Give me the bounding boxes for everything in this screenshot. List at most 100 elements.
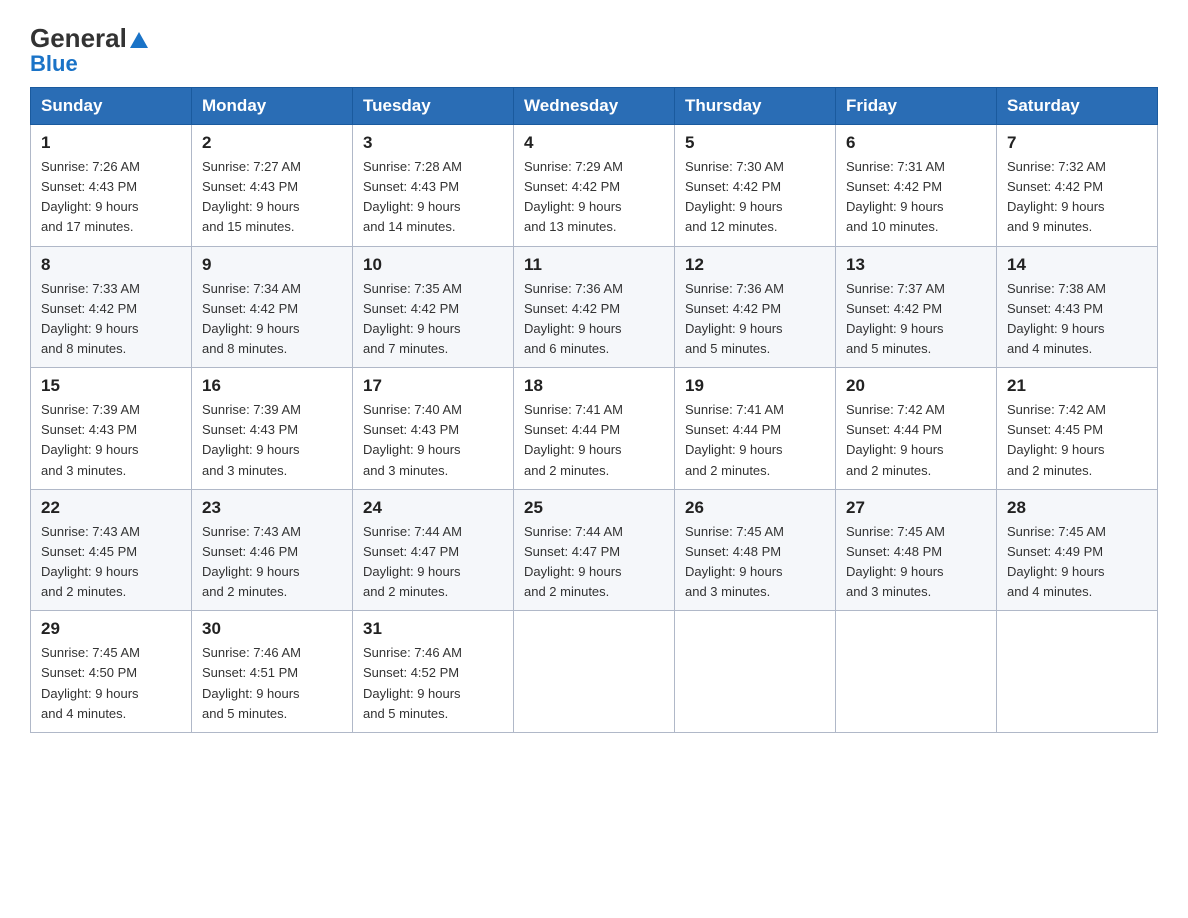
day-cell-28: 28 Sunrise: 7:45 AMSunset: 4:49 PMDayligh… bbox=[997, 489, 1158, 611]
day-number: 10 bbox=[363, 255, 503, 275]
day-cell-15: 15 Sunrise: 7:39 AMSunset: 4:43 PMDayligh… bbox=[31, 368, 192, 490]
day-number: 15 bbox=[41, 376, 181, 396]
day-info: Sunrise: 7:40 AMSunset: 4:43 PMDaylight:… bbox=[363, 400, 503, 481]
day-cell-2: 2 Sunrise: 7:27 AMSunset: 4:43 PMDaylight… bbox=[192, 125, 353, 247]
day-number: 16 bbox=[202, 376, 342, 396]
day-cell-11: 11 Sunrise: 7:36 AMSunset: 4:42 PMDayligh… bbox=[514, 246, 675, 368]
day-number: 3 bbox=[363, 133, 503, 153]
day-info: Sunrise: 7:43 AMSunset: 4:46 PMDaylight:… bbox=[202, 522, 342, 603]
day-cell-19: 19 Sunrise: 7:41 AMSunset: 4:44 PMDayligh… bbox=[675, 368, 836, 490]
day-header-thursday: Thursday bbox=[675, 88, 836, 125]
day-number: 2 bbox=[202, 133, 342, 153]
empty-cell bbox=[836, 611, 997, 733]
day-cell-4: 4Sunrise: 7:29 AMSunset: 4:42 PMDaylight… bbox=[514, 125, 675, 247]
day-info: Sunrise: 7:45 AMSunset: 4:50 PMDaylight:… bbox=[41, 643, 181, 724]
day-number: 30 bbox=[202, 619, 342, 639]
day-number: 11 bbox=[524, 255, 664, 275]
day-cell-18: 18 Sunrise: 7:41 AMSunset: 4:44 PMDayligh… bbox=[514, 368, 675, 490]
week-row-1: 1Sunrise: 7:26 AMSunset: 4:43 PMDaylight… bbox=[31, 125, 1158, 247]
day-info: Sunrise: 7:39 AMSunset: 4:43 PMDaylight:… bbox=[41, 400, 181, 481]
day-cell-12: 12 Sunrise: 7:36 AMSunset: 4:42 PMDayligh… bbox=[675, 246, 836, 368]
day-info: Sunrise: 7:41 AMSunset: 4:44 PMDaylight:… bbox=[524, 400, 664, 481]
day-number: 12 bbox=[685, 255, 825, 275]
day-info: Sunrise: 7:42 AMSunset: 4:44 PMDaylight:… bbox=[846, 400, 986, 481]
day-info: Sunrise: 7:46 AMSunset: 4:51 PMDaylight:… bbox=[202, 643, 342, 724]
day-number: 26 bbox=[685, 498, 825, 518]
day-header-saturday: Saturday bbox=[997, 88, 1158, 125]
day-cell-9: 9 Sunrise: 7:34 AMSunset: 4:42 PMDaylight… bbox=[192, 246, 353, 368]
day-number: 4 bbox=[524, 133, 664, 153]
day-cell-25: 25 Sunrise: 7:44 AMSunset: 4:47 PMDayligh… bbox=[514, 489, 675, 611]
day-info: Sunrise: 7:36 AMSunset: 4:42 PMDaylight:… bbox=[685, 279, 825, 360]
day-number: 13 bbox=[846, 255, 986, 275]
day-cell-26: 26 Sunrise: 7:45 AMSunset: 4:48 PMDayligh… bbox=[675, 489, 836, 611]
day-cell-14: 14 Sunrise: 7:38 AMSunset: 4:43 PMDayligh… bbox=[997, 246, 1158, 368]
days-header-row: SundayMondayTuesdayWednesdayThursdayFrid… bbox=[31, 88, 1158, 125]
day-cell-3: 3Sunrise: 7:28 AMSunset: 4:43 PMDaylight… bbox=[353, 125, 514, 247]
day-cell-21: 21 Sunrise: 7:42 AMSunset: 4:45 PMDayligh… bbox=[997, 368, 1158, 490]
day-number: 27 bbox=[846, 498, 986, 518]
day-number: 28 bbox=[1007, 498, 1147, 518]
page-header: General Blue bbox=[30, 20, 1158, 77]
day-cell-24: 24Sunrise: 7:44 AMSunset: 4:47 PMDayligh… bbox=[353, 489, 514, 611]
week-row-2: 8Sunrise: 7:33 AMSunset: 4:42 PMDaylight… bbox=[31, 246, 1158, 368]
day-cell-20: 20 Sunrise: 7:42 AMSunset: 4:44 PMDayligh… bbox=[836, 368, 997, 490]
day-number: 14 bbox=[1007, 255, 1147, 275]
day-cell-6: 6 Sunrise: 7:31 AMSunset: 4:42 PMDaylight… bbox=[836, 125, 997, 247]
day-number: 22 bbox=[41, 498, 181, 518]
day-number: 8 bbox=[41, 255, 181, 275]
empty-cell bbox=[997, 611, 1158, 733]
day-number: 20 bbox=[846, 376, 986, 396]
day-number: 21 bbox=[1007, 376, 1147, 396]
day-cell-22: 22 Sunrise: 7:43 AMSunset: 4:45 PMDayligh… bbox=[31, 489, 192, 611]
day-info: Sunrise: 7:31 AMSunset: 4:42 PMDaylight:… bbox=[846, 157, 986, 238]
day-info: Sunrise: 7:27 AMSunset: 4:43 PMDaylight:… bbox=[202, 157, 342, 238]
day-info: Sunrise: 7:34 AMSunset: 4:42 PMDaylight:… bbox=[202, 279, 342, 360]
day-cell-27: 27 Sunrise: 7:45 AMSunset: 4:48 PMDayligh… bbox=[836, 489, 997, 611]
day-info: Sunrise: 7:43 AMSunset: 4:45 PMDaylight:… bbox=[41, 522, 181, 603]
day-number: 9 bbox=[202, 255, 342, 275]
day-info: Sunrise: 7:37 AMSunset: 4:42 PMDaylight:… bbox=[846, 279, 986, 360]
day-cell-16: 16 Sunrise: 7:39 AMSunset: 4:43 PMDayligh… bbox=[192, 368, 353, 490]
day-info: Sunrise: 7:45 AMSunset: 4:48 PMDaylight:… bbox=[685, 522, 825, 603]
week-row-3: 15 Sunrise: 7:39 AMSunset: 4:43 PMDayligh… bbox=[31, 368, 1158, 490]
week-row-4: 22 Sunrise: 7:43 AMSunset: 4:45 PMDayligh… bbox=[31, 489, 1158, 611]
day-info: Sunrise: 7:46 AMSunset: 4:52 PMDaylight:… bbox=[363, 643, 503, 724]
day-cell-23: 23Sunrise: 7:43 AMSunset: 4:46 PMDayligh… bbox=[192, 489, 353, 611]
day-number: 5 bbox=[685, 133, 825, 153]
day-number: 17 bbox=[363, 376, 503, 396]
day-cell-31: 31 Sunrise: 7:46 AMSunset: 4:52 PMDayligh… bbox=[353, 611, 514, 733]
day-number: 25 bbox=[524, 498, 664, 518]
day-number: 7 bbox=[1007, 133, 1147, 153]
day-info: Sunrise: 7:30 AMSunset: 4:42 PMDaylight:… bbox=[685, 157, 825, 238]
day-cell-7: 7 Sunrise: 7:32 AMSunset: 4:42 PMDaylight… bbox=[997, 125, 1158, 247]
day-info: Sunrise: 7:45 AMSunset: 4:48 PMDaylight:… bbox=[846, 522, 986, 603]
logo-triangle-icon bbox=[130, 32, 148, 48]
day-header-sunday: Sunday bbox=[31, 88, 192, 125]
week-row-5: 29 Sunrise: 7:45 AMSunset: 4:50 PMDayligh… bbox=[31, 611, 1158, 733]
day-header-monday: Monday bbox=[192, 88, 353, 125]
day-info: Sunrise: 7:39 AMSunset: 4:43 PMDaylight:… bbox=[202, 400, 342, 481]
day-cell-30: 30 Sunrise: 7:46 AMSunset: 4:51 PMDayligh… bbox=[192, 611, 353, 733]
day-cell-8: 8Sunrise: 7:33 AMSunset: 4:42 PMDaylight… bbox=[31, 246, 192, 368]
empty-cell bbox=[514, 611, 675, 733]
day-info: Sunrise: 7:44 AMSunset: 4:47 PMDaylight:… bbox=[363, 522, 503, 603]
day-cell-29: 29 Sunrise: 7:45 AMSunset: 4:50 PMDayligh… bbox=[31, 611, 192, 733]
day-info: Sunrise: 7:36 AMSunset: 4:42 PMDaylight:… bbox=[524, 279, 664, 360]
day-info: Sunrise: 7:45 AMSunset: 4:49 PMDaylight:… bbox=[1007, 522, 1147, 603]
day-info: Sunrise: 7:44 AMSunset: 4:47 PMDaylight:… bbox=[524, 522, 664, 603]
empty-cell bbox=[675, 611, 836, 733]
day-info: Sunrise: 7:32 AMSunset: 4:42 PMDaylight:… bbox=[1007, 157, 1147, 238]
day-number: 29 bbox=[41, 619, 181, 639]
day-cell-17: 17 Sunrise: 7:40 AMSunset: 4:43 PMDayligh… bbox=[353, 368, 514, 490]
day-number: 18 bbox=[524, 376, 664, 396]
day-info: Sunrise: 7:41 AMSunset: 4:44 PMDaylight:… bbox=[685, 400, 825, 481]
day-number: 6 bbox=[846, 133, 986, 153]
day-header-tuesday: Tuesday bbox=[353, 88, 514, 125]
day-number: 31 bbox=[363, 619, 503, 639]
logo-general-text: General bbox=[30, 25, 148, 51]
day-cell-1: 1Sunrise: 7:26 AMSunset: 4:43 PMDaylight… bbox=[31, 125, 192, 247]
day-info: Sunrise: 7:42 AMSunset: 4:45 PMDaylight:… bbox=[1007, 400, 1147, 481]
day-info: Sunrise: 7:38 AMSunset: 4:43 PMDaylight:… bbox=[1007, 279, 1147, 360]
day-number: 19 bbox=[685, 376, 825, 396]
